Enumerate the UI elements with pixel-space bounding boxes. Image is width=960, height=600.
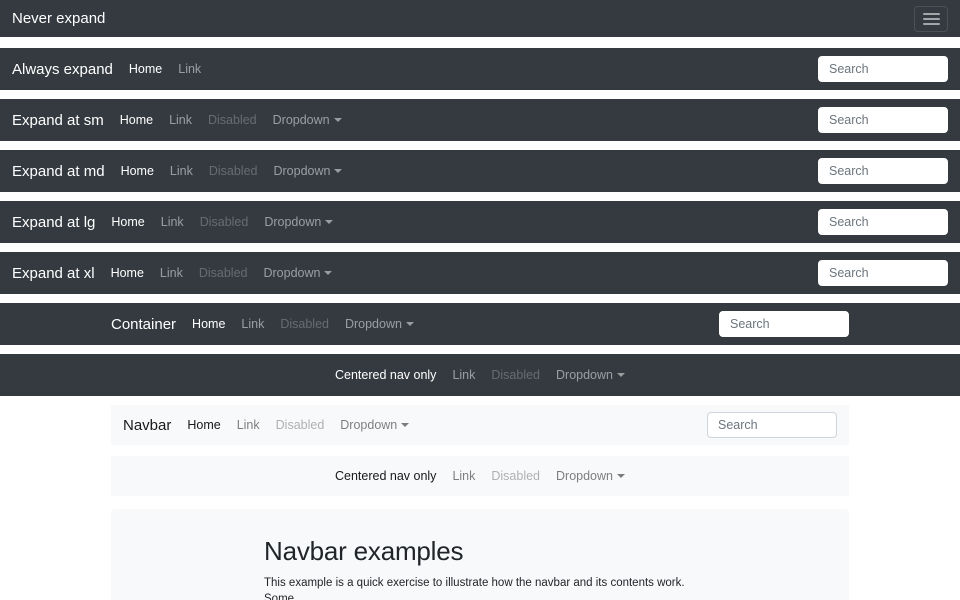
nav-link-centered-nav-only[interactable]: Centered nav only — [327, 469, 444, 483]
nav-dropdown-toggle[interactable]: Dropdown — [265, 164, 350, 178]
nav-link-disabled: Disabled — [191, 266, 256, 280]
navbar-always-expand: Always expand Home Link — [0, 48, 960, 90]
jumbotron-content: Navbar examples This example is a quick … — [264, 509, 716, 600]
caret-down-icon — [401, 423, 409, 427]
nav-link-link[interactable]: Link — [162, 164, 201, 178]
nav-links: Home Link Disabled Dropdown — [184, 317, 422, 331]
search-input[interactable] — [818, 56, 948, 82]
nav-dropdown-toggle[interactable]: Dropdown — [337, 317, 422, 331]
nav-dropdown-toggle[interactable]: Dropdown — [255, 266, 340, 280]
caret-down-icon — [334, 118, 342, 122]
navbar-brand[interactable]: Expand at sm — [12, 112, 104, 129]
nav-link-disabled: Disabled — [483, 368, 548, 382]
nav-link-disabled: Disabled — [192, 215, 257, 229]
navbar-light: Navbar Home Link Disabled Dropdown — [111, 405, 849, 445]
navbar-toggler-button[interactable] — [914, 6, 948, 32]
nav-link-centered-nav-only[interactable]: Centered nav only — [327, 368, 444, 382]
nav-link-home[interactable]: Home — [113, 164, 162, 178]
nav-link-disabled: Disabled — [200, 113, 265, 127]
nav-links: Home Link — [121, 62, 209, 76]
nav-links: Home Link Disabled Dropdown — [179, 418, 417, 432]
nav-link-link[interactable]: Link — [444, 469, 483, 483]
nav-link-link[interactable]: Link — [152, 266, 191, 280]
navbar-expand-lg: Expand at lg Home Link Disabled Dropdown — [0, 201, 960, 243]
nav-links: Home Link Disabled Dropdown — [103, 266, 341, 280]
navbar-brand[interactable]: Navbar — [123, 417, 171, 434]
nav-dropdown-toggle[interactable]: Dropdown — [548, 469, 633, 483]
nav-link-home[interactable]: Home — [103, 215, 152, 229]
navbar-expand-xl: Expand at xl Home Link Disabled Dropdown — [0, 252, 960, 294]
navbar-brand[interactable]: Expand at lg — [12, 214, 95, 231]
nav-link-link[interactable]: Link — [229, 418, 268, 432]
nav-links: Centered nav only Link Disabled Dropdown — [327, 469, 633, 483]
nav-link-home[interactable]: Home — [179, 418, 228, 432]
navbar-never-expand: Never expand — [0, 0, 960, 37]
caret-down-icon — [325, 220, 333, 224]
search-input[interactable] — [707, 412, 837, 438]
nav-link-disabled: Disabled — [268, 418, 333, 432]
navbar-container: Container Home Link Disabled Dropdown — [0, 303, 960, 345]
caret-down-icon — [324, 271, 332, 275]
intro-paragraph: This example is a quick exercise to illu… — [264, 576, 716, 600]
nav-link-disabled: Disabled — [272, 317, 337, 331]
caret-down-icon — [406, 322, 414, 326]
nav-link-home[interactable]: Home — [121, 62, 170, 76]
caret-down-icon — [617, 474, 625, 478]
page-container: Navbar Home Link Disabled Dropdown Cente… — [111, 405, 849, 600]
navbar-brand[interactable]: Expand at xl — [12, 265, 95, 282]
caret-down-icon — [334, 169, 342, 173]
nav-dropdown-toggle[interactable]: Dropdown — [332, 418, 417, 432]
navbar-expand-md: Expand at md Home Link Disabled Dropdown — [0, 150, 960, 192]
navbar-centered-light: Centered nav only Link Disabled Dropdown — [111, 456, 849, 496]
nav-link-link[interactable]: Link — [153, 215, 192, 229]
navbar-centered-dark: Centered nav only Link Disabled Dropdown — [0, 354, 960, 396]
navbar-expand-sm: Expand at sm Home Link Disabled Dropdown — [0, 99, 960, 141]
caret-down-icon — [617, 373, 625, 377]
navbar-container-inner: Container Home Link Disabled Dropdown — [111, 303, 849, 345]
nav-link-link[interactable]: Link — [170, 62, 209, 76]
search-input[interactable] — [818, 260, 948, 286]
nav-link-link[interactable]: Link — [233, 317, 272, 331]
navbar-brand[interactable]: Expand at md — [12, 163, 105, 180]
intro-line-1: This example is a quick exercise to illu… — [264, 576, 716, 600]
search-input[interactable] — [818, 158, 948, 184]
nav-dropdown-toggle[interactable]: Dropdown — [265, 113, 350, 127]
navbar-brand[interactable]: Never expand — [12, 10, 105, 27]
search-input[interactable] — [818, 107, 948, 133]
nav-link-home[interactable]: Home — [184, 317, 233, 331]
nav-links: Home Link Disabled Dropdown — [112, 113, 350, 127]
nav-link-home[interactable]: Home — [112, 113, 161, 127]
nav-link-disabled: Disabled — [483, 469, 548, 483]
nav-link-home[interactable]: Home — [103, 266, 152, 280]
navbar-brand[interactable]: Always expand — [12, 61, 113, 78]
page-title: Navbar examples — [264, 536, 716, 567]
nav-links: Home Link Disabled Dropdown — [103, 215, 341, 229]
search-input[interactable] — [818, 209, 948, 235]
nav-link-disabled: Disabled — [201, 164, 266, 178]
nav-links: Home Link Disabled Dropdown — [113, 164, 351, 178]
nav-dropdown-toggle[interactable]: Dropdown — [256, 215, 341, 229]
nav-links: Centered nav only Link Disabled Dropdown — [327, 368, 633, 382]
nav-link-link[interactable]: Link — [161, 113, 200, 127]
jumbotron: Navbar examples This example is a quick … — [111, 509, 849, 600]
hamburger-icon — [923, 13, 940, 15]
nav-link-link[interactable]: Link — [444, 368, 483, 382]
search-input[interactable] — [719, 311, 849, 337]
nav-dropdown-toggle[interactable]: Dropdown — [548, 368, 633, 382]
navbar-brand[interactable]: Container — [111, 316, 176, 333]
